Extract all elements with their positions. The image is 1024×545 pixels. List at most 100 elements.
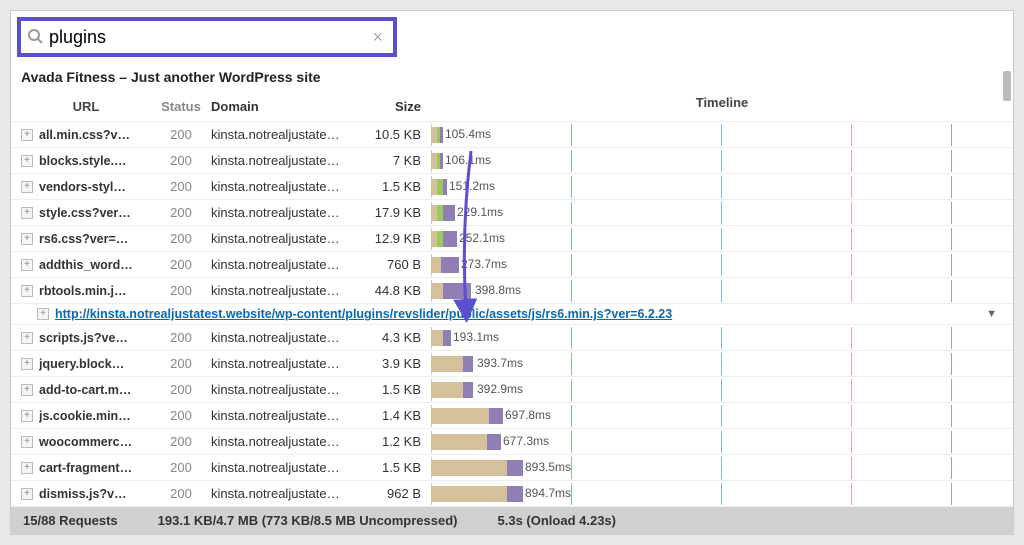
request-timeline: 393.7ms [431,353,1013,375]
col-header-status[interactable]: Status [151,99,211,114]
request-domain: kinsta.notrealjustate… [211,257,361,272]
table-row[interactable]: + all.min.css?v… 200 kinsta.notrealjusta… [11,122,1013,148]
request-size: 3.9 KB [361,356,431,371]
request-status: 200 [151,330,211,345]
request-status: 200 [151,231,211,246]
request-url[interactable]: dismiss.js?v… [39,487,127,501]
search-icon [27,28,43,47]
request-size: 1.5 KB [361,179,431,194]
summary-footer: 15/88 Requests 193.1 KB/4.7 MB (773 KB/8… [11,507,1013,534]
request-domain: kinsta.notrealjustate… [211,330,361,345]
request-domain: kinsta.notrealjustate… [211,127,361,142]
request-status: 200 [151,283,211,298]
chevron-down-icon[interactable]: ▼ [986,308,1003,320]
expand-button[interactable]: + [21,332,33,344]
request-domain: kinsta.notrealjustate… [211,179,361,194]
expand-button[interactable]: + [21,155,33,167]
table-row[interactable]: + woocommerc… 200 kinsta.notrealjustate…… [11,429,1013,455]
request-timeline: 193.1ms [431,327,1013,349]
request-domain: kinsta.notrealjustate… [211,382,361,397]
expand-button[interactable]: + [21,233,33,245]
expand-button[interactable]: + [21,436,33,448]
request-domain: kinsta.notrealjustate… [211,356,361,371]
request-size: 10.5 KB [361,127,431,142]
request-url[interactable]: rs6.css?ver=… [39,232,128,246]
request-domain: kinsta.notrealjustate… [211,486,361,501]
request-domain: kinsta.notrealjustate… [211,283,361,298]
expand-button[interactable]: + [37,308,49,320]
request-timeline: 151.2ms [431,176,1013,198]
table-row[interactable]: + style.css?ver… 200 kinsta.notrealjusta… [11,200,1013,226]
request-url[interactable]: js.cookie.min… [39,409,131,423]
table-row[interactable]: + vendors-styl… 200 kinsta.notrealjustat… [11,174,1013,200]
request-status: 200 [151,408,211,423]
expand-button[interactable]: + [21,129,33,141]
network-panel: × Avada Fitness – Just another WordPress… [10,10,1014,535]
request-url[interactable]: jquery.block… [39,357,124,371]
request-url[interactable]: rbtools.min.j… [39,284,127,298]
request-domain: kinsta.notrealjustate… [211,153,361,168]
footer-timing: 5.3s (Onload 4.23s) [498,513,617,528]
request-timeline: 105.4ms [431,124,1013,146]
col-header-size[interactable]: Size [361,99,431,114]
request-url[interactable]: vendors-styl… [39,180,126,194]
expand-button[interactable]: + [21,207,33,219]
request-size: 44.8 KB [361,283,431,298]
request-timeline: 893.5ms [431,457,1013,479]
request-size: 17.9 KB [361,205,431,220]
request-status: 200 [151,205,211,220]
request-url[interactable]: all.min.css?v… [39,128,130,142]
request-status: 200 [151,179,211,194]
table-row[interactable]: + add-to-cart.m… 200 kinsta.notrealjusta… [11,377,1013,403]
expanded-request-row[interactable]: + http://kinsta.notrealjustatest.website… [11,304,1013,325]
request-domain: kinsta.notrealjustate… [211,460,361,475]
footer-requests: 15/88 Requests [23,513,118,528]
table-row[interactable]: + jquery.block… 200 kinsta.notrealjustat… [11,351,1013,377]
col-header-timeline[interactable]: Timeline [431,95,1013,117]
request-timeline: 252.1ms [431,228,1013,250]
request-url[interactable]: add-to-cart.m… [39,383,131,397]
expand-button[interactable]: + [21,384,33,396]
page-title: Avada Fitness – Just another WordPress s… [11,63,1013,91]
clear-icon[interactable]: × [368,27,387,48]
request-timeline: 697.8ms [431,405,1013,427]
request-domain: kinsta.notrealjustate… [211,205,361,220]
table-row[interactable]: + cart-fragment… 200 kinsta.notrealjusta… [11,455,1013,481]
table-row[interactable]: + scripts.js?ve… 200 kinsta.notrealjusta… [11,325,1013,351]
request-url[interactable]: cart-fragment… [39,461,132,475]
table-row[interactable]: + addthis_word… 200 kinsta.notrealjustat… [11,252,1013,278]
col-header-domain[interactable]: Domain [211,99,361,114]
request-url[interactable]: scripts.js?ve… [39,331,128,345]
expand-button[interactable]: + [21,488,33,500]
expand-button[interactable]: + [21,285,33,297]
request-timeline: 273.7ms [431,254,1013,276]
col-header-url[interactable]: URL [11,99,151,114]
request-size: 1.5 KB [361,460,431,475]
request-domain: kinsta.notrealjustate… [211,434,361,449]
request-size: 1.2 KB [361,434,431,449]
request-timeline: 398.8ms [431,280,1013,302]
table-row[interactable]: + rs6.css?ver=… 200 kinsta.notrealjustat… [11,226,1013,252]
request-url[interactable]: blocks.style.… [39,154,127,168]
table-row[interactable]: + js.cookie.min… 200 kinsta.notrealjusta… [11,403,1013,429]
request-status: 200 [151,434,211,449]
table-row[interactable]: + blocks.style.… 200 kinsta.notrealjusta… [11,148,1013,174]
expand-button[interactable]: + [21,462,33,474]
search-box[interactable]: × [17,17,397,57]
table-row[interactable]: + dismiss.js?v… 200 kinsta.notrealjustat… [11,481,1013,507]
expand-button[interactable]: + [21,410,33,422]
request-url[interactable]: woocommerc… [39,435,132,449]
expand-button[interactable]: + [21,181,33,193]
expanded-url-link[interactable]: http://kinsta.notrealjustatest.website/w… [55,307,672,321]
table-row[interactable]: + rbtools.min.j… 200 kinsta.notrealjusta… [11,278,1013,304]
scrollbar[interactable] [1003,71,1011,101]
request-status: 200 [151,153,211,168]
search-input[interactable] [49,27,368,48]
expand-button[interactable]: + [21,259,33,271]
request-url[interactable]: style.css?ver… [39,206,131,220]
request-url[interactable]: addthis_word… [39,258,133,272]
request-status: 200 [151,257,211,272]
request-status: 200 [151,382,211,397]
request-size: 12.9 KB [361,231,431,246]
expand-button[interactable]: + [21,358,33,370]
